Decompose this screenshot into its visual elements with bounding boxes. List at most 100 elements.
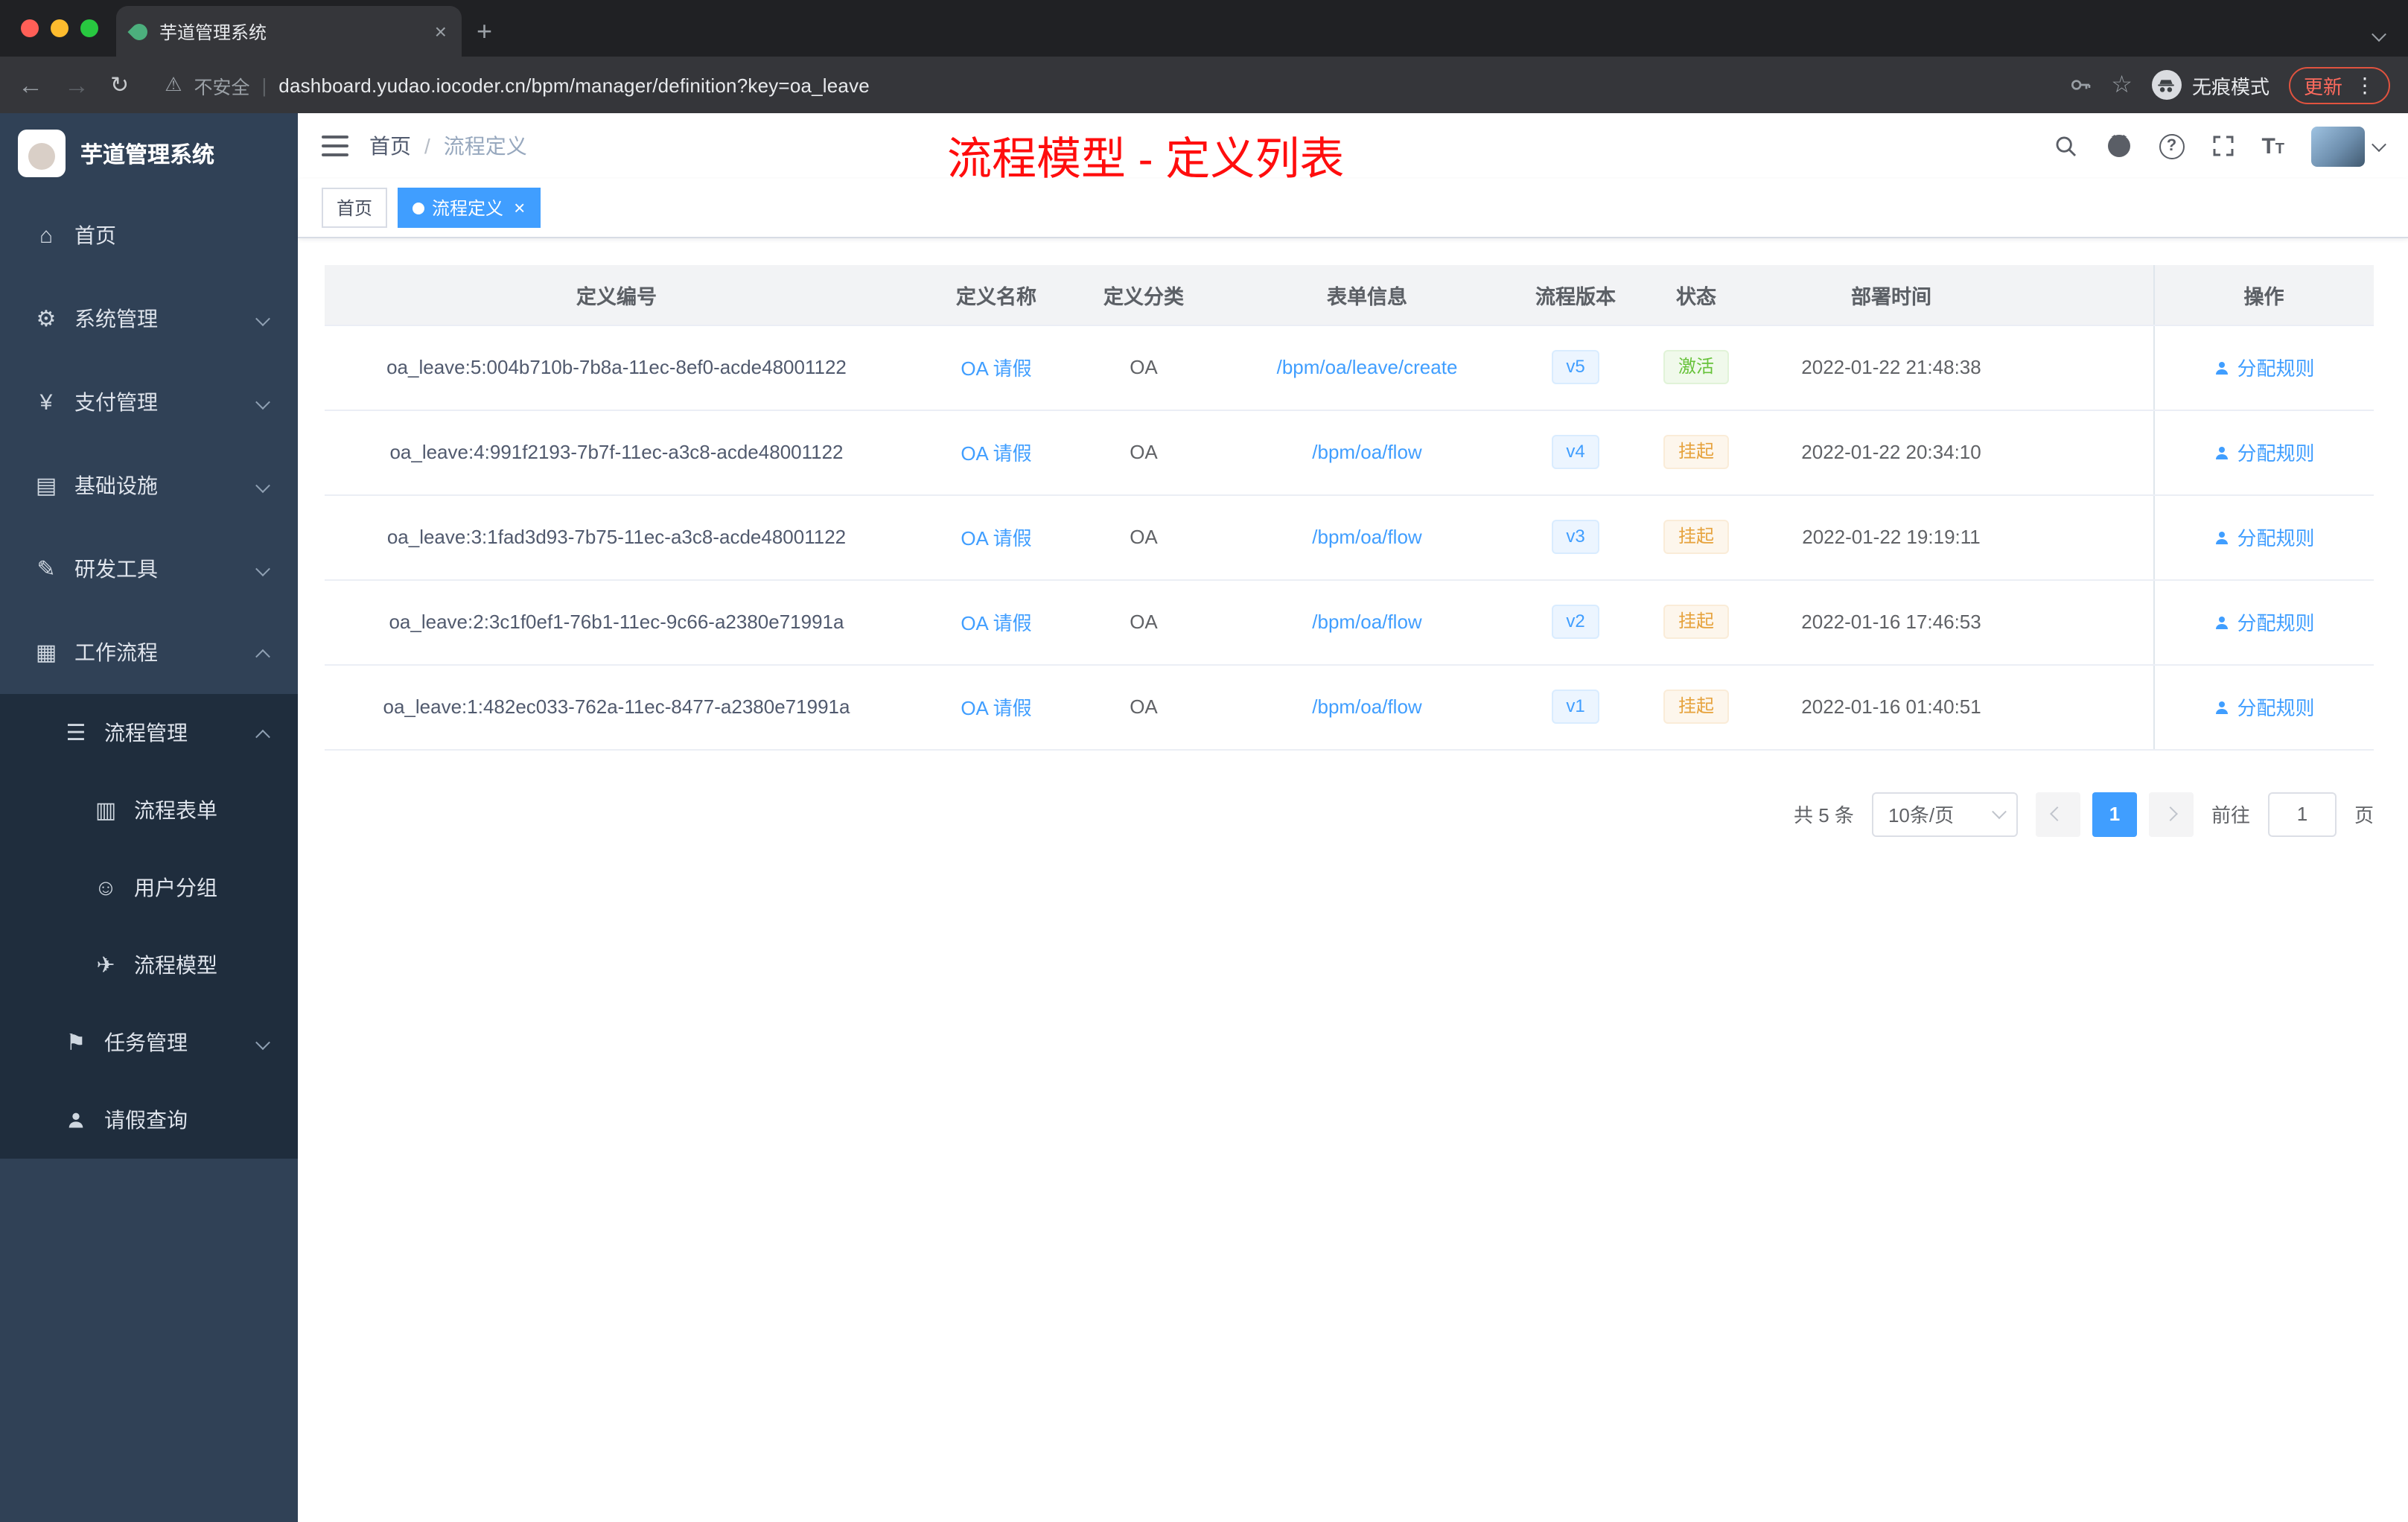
col-deploy-time: 部署时间 xyxy=(1772,265,2010,325)
sidebar-item-leave-query[interactable]: 请假查询 xyxy=(0,1081,298,1159)
col-definition-id: 定义编号 xyxy=(325,265,908,325)
browser-tab[interactable]: 芋道管理系统 × xyxy=(116,6,462,57)
tools-icon: ✎ xyxy=(36,557,56,582)
definition-table: 定义编号 定义名称 定义分类 表单信息 流程版本 状态 部署时间 操作 oa_l… xyxy=(325,265,2374,750)
browser-menu-icon[interactable]: ⋮ xyxy=(2354,72,2375,98)
table-row: oa_leave:5:004b710b-7b8a-11ec-8ef0-acde4… xyxy=(325,325,2374,410)
tag-process-definition[interactable]: 流程定义 × xyxy=(398,188,541,228)
sidebar-item-process-management[interactable]: ☰ 流程管理 xyxy=(0,694,298,771)
deploy-time: 2022-01-22 20:34:10 xyxy=(1772,410,2010,495)
forward-button[interactable]: → xyxy=(64,72,89,98)
password-key-icon[interactable] xyxy=(2068,73,2092,97)
tag-label: 流程定义 xyxy=(432,198,504,219)
sidebar-logo: 芋道管理系统 xyxy=(0,113,298,194)
user-avatar-menu[interactable] xyxy=(2311,126,2386,166)
assign-rule-link[interactable]: 分配规则 xyxy=(2213,692,2315,721)
bookmark-star-icon[interactable]: ☆ xyxy=(2111,70,2133,100)
sidebar-item-task-management[interactable]: ⚑ 任务管理 xyxy=(0,1004,298,1081)
window-close-button[interactable] xyxy=(21,19,39,37)
page-size-select[interactable]: 10条/页 xyxy=(1871,792,2018,836)
version-badge: v5 xyxy=(1551,350,1600,384)
page-unit-label: 页 xyxy=(2354,804,2374,827)
yen-icon: ¥ xyxy=(39,389,53,415)
tab-search-chevron-icon[interactable] xyxy=(2372,22,2386,49)
next-page-button[interactable] xyxy=(2148,792,2194,836)
filler-cell xyxy=(2010,494,2153,580)
tag-home[interactable]: 首页 xyxy=(322,188,388,228)
sidebar-item-process-model[interactable]: ✈ 流程模型 xyxy=(0,926,298,1004)
sidebar-item-label: 请假查询 xyxy=(104,1108,188,1132)
tag-close-icon[interactable]: × xyxy=(514,198,525,217)
chevron-down-icon xyxy=(255,307,270,331)
address-bar[interactable]: ⚠ 不安全 | dashboard.yudao.iocoder.cn/bpm/m… xyxy=(150,64,2047,106)
tab-favicon-icon xyxy=(127,19,151,43)
user-icon xyxy=(60,1107,92,1133)
address-divider: | xyxy=(261,74,267,96)
sidebar-item-infrastructure[interactable]: ▤ 基础设施 xyxy=(0,444,298,527)
sidebar-item-label: 任务管理 xyxy=(104,1031,188,1054)
sidebar-item-system-management[interactable]: ⚙ 系统管理 xyxy=(0,277,298,360)
sidebar-toggle-icon[interactable] xyxy=(322,136,348,156)
goto-page-input[interactable] xyxy=(2267,792,2337,836)
form-link[interactable]: /bpm/oa/leave/create xyxy=(1277,356,1458,378)
assign-rule-link[interactable]: 分配规则 xyxy=(2213,353,2315,381)
sidebar-item-workflow[interactable]: ▦ 工作流程 xyxy=(0,611,298,694)
chrome-update-button[interactable]: 更新 ⋮ xyxy=(2288,66,2390,104)
tab-close-icon[interactable]: × xyxy=(435,21,447,42)
sidebar-menu: ⌂ 首页 ⚙ 系统管理 ¥ 支付管理 ▤ 基础设施 ✎ 研发工具 ▦ 工作流程 … xyxy=(0,194,298,1522)
sidebar-item-label: 基础设施 xyxy=(74,474,158,497)
sidebar-item-process-form[interactable]: ▥ 流程表单 xyxy=(0,771,298,849)
breadcrumb-separator: / xyxy=(424,134,430,158)
annotation-title: 流程模型 - 定义列表 xyxy=(947,136,1345,185)
form-link[interactable]: /bpm/oa/flow xyxy=(1312,441,1421,463)
github-icon[interactable] xyxy=(2105,133,2132,159)
form-link[interactable]: /bpm/oa/flow xyxy=(1312,611,1421,633)
infrastructure-icon: ▤ xyxy=(35,474,57,499)
definition-name-link[interactable]: OA 请假 xyxy=(961,697,1031,719)
fullscreen-icon[interactable] xyxy=(2211,134,2235,158)
browser-toolbar: ← → ↻ ⚠ 不安全 | dashboard.yudao.iocoder.cn… xyxy=(0,57,2408,113)
definition-id: oa_leave:3:1fad3d93-7b75-11ec-a3c8-acde4… xyxy=(325,494,908,580)
search-icon[interactable] xyxy=(2053,133,2078,159)
breadcrumb-current: 流程定义 xyxy=(443,134,527,158)
sidebar-item-dev-tools[interactable]: ✎ 研发工具 xyxy=(0,527,298,611)
assign-rule-link[interactable]: 分配规则 xyxy=(2213,523,2315,551)
font-size-icon[interactable]: TT xyxy=(2261,133,2284,159)
breadcrumb-home[interactable]: 首页 xyxy=(369,131,411,161)
form-link[interactable]: /bpm/oa/flow xyxy=(1312,695,1421,718)
assign-rule-label: 分配规则 xyxy=(2237,527,2315,550)
user-icon xyxy=(2216,446,2229,459)
back-button[interactable]: ← xyxy=(18,72,43,98)
assign-rule-link[interactable]: 分配规则 xyxy=(2213,438,2315,466)
assign-rule-link[interactable]: 分配规则 xyxy=(2213,608,2315,636)
sidebar-item-home[interactable]: ⌂ 首页 xyxy=(0,194,298,277)
prev-page-button[interactable] xyxy=(2035,792,2080,836)
deploy-time: 2022-01-22 21:48:38 xyxy=(1772,325,2010,410)
status-badge: 挂起 xyxy=(1663,520,1729,554)
form-link[interactable]: /bpm/oa/flow xyxy=(1312,526,1421,548)
help-icon[interactable]: ? xyxy=(2159,133,2185,159)
window-zoom-button[interactable] xyxy=(80,19,98,37)
definition-name-link[interactable]: OA 请假 xyxy=(961,442,1031,465)
deploy-time: 2022-01-16 01:40:51 xyxy=(1772,664,2010,750)
reload-button[interactable]: ↻ xyxy=(110,74,129,96)
sidebar-item-payment-management[interactable]: ¥ 支付管理 xyxy=(0,360,298,444)
user-icon xyxy=(2216,701,2229,713)
sidebar-item-user-group[interactable]: ☺ 用户分组 xyxy=(0,849,298,926)
window-minimize-button[interactable] xyxy=(51,19,69,37)
definition-name-link[interactable]: OA 请假 xyxy=(961,527,1031,550)
filler-cell xyxy=(2010,664,2153,750)
chevron-up-icon xyxy=(255,640,270,664)
new-tab-button[interactable]: + xyxy=(477,16,492,48)
list-icon: ☰ xyxy=(66,721,86,746)
definition-name-link[interactable]: OA 请假 xyxy=(961,612,1031,634)
chevron-down-icon xyxy=(255,557,270,581)
definition-category: OA xyxy=(1084,579,1203,665)
tab-title: 芋道管理系统 xyxy=(159,22,267,42)
definition-name-link[interactable]: OA 请假 xyxy=(961,357,1031,380)
current-page-button[interactable]: 1 xyxy=(2092,792,2137,836)
status-badge: 挂起 xyxy=(1663,435,1729,469)
sidebar: 芋道管理系统 ⌂ 首页 ⚙ 系统管理 ¥ 支付管理 ▤ 基础设施 ✎ 研发工具 … xyxy=(0,113,298,1522)
deploy-time: 2022-01-16 17:46:53 xyxy=(1772,579,2010,665)
avatar xyxy=(2311,126,2365,166)
